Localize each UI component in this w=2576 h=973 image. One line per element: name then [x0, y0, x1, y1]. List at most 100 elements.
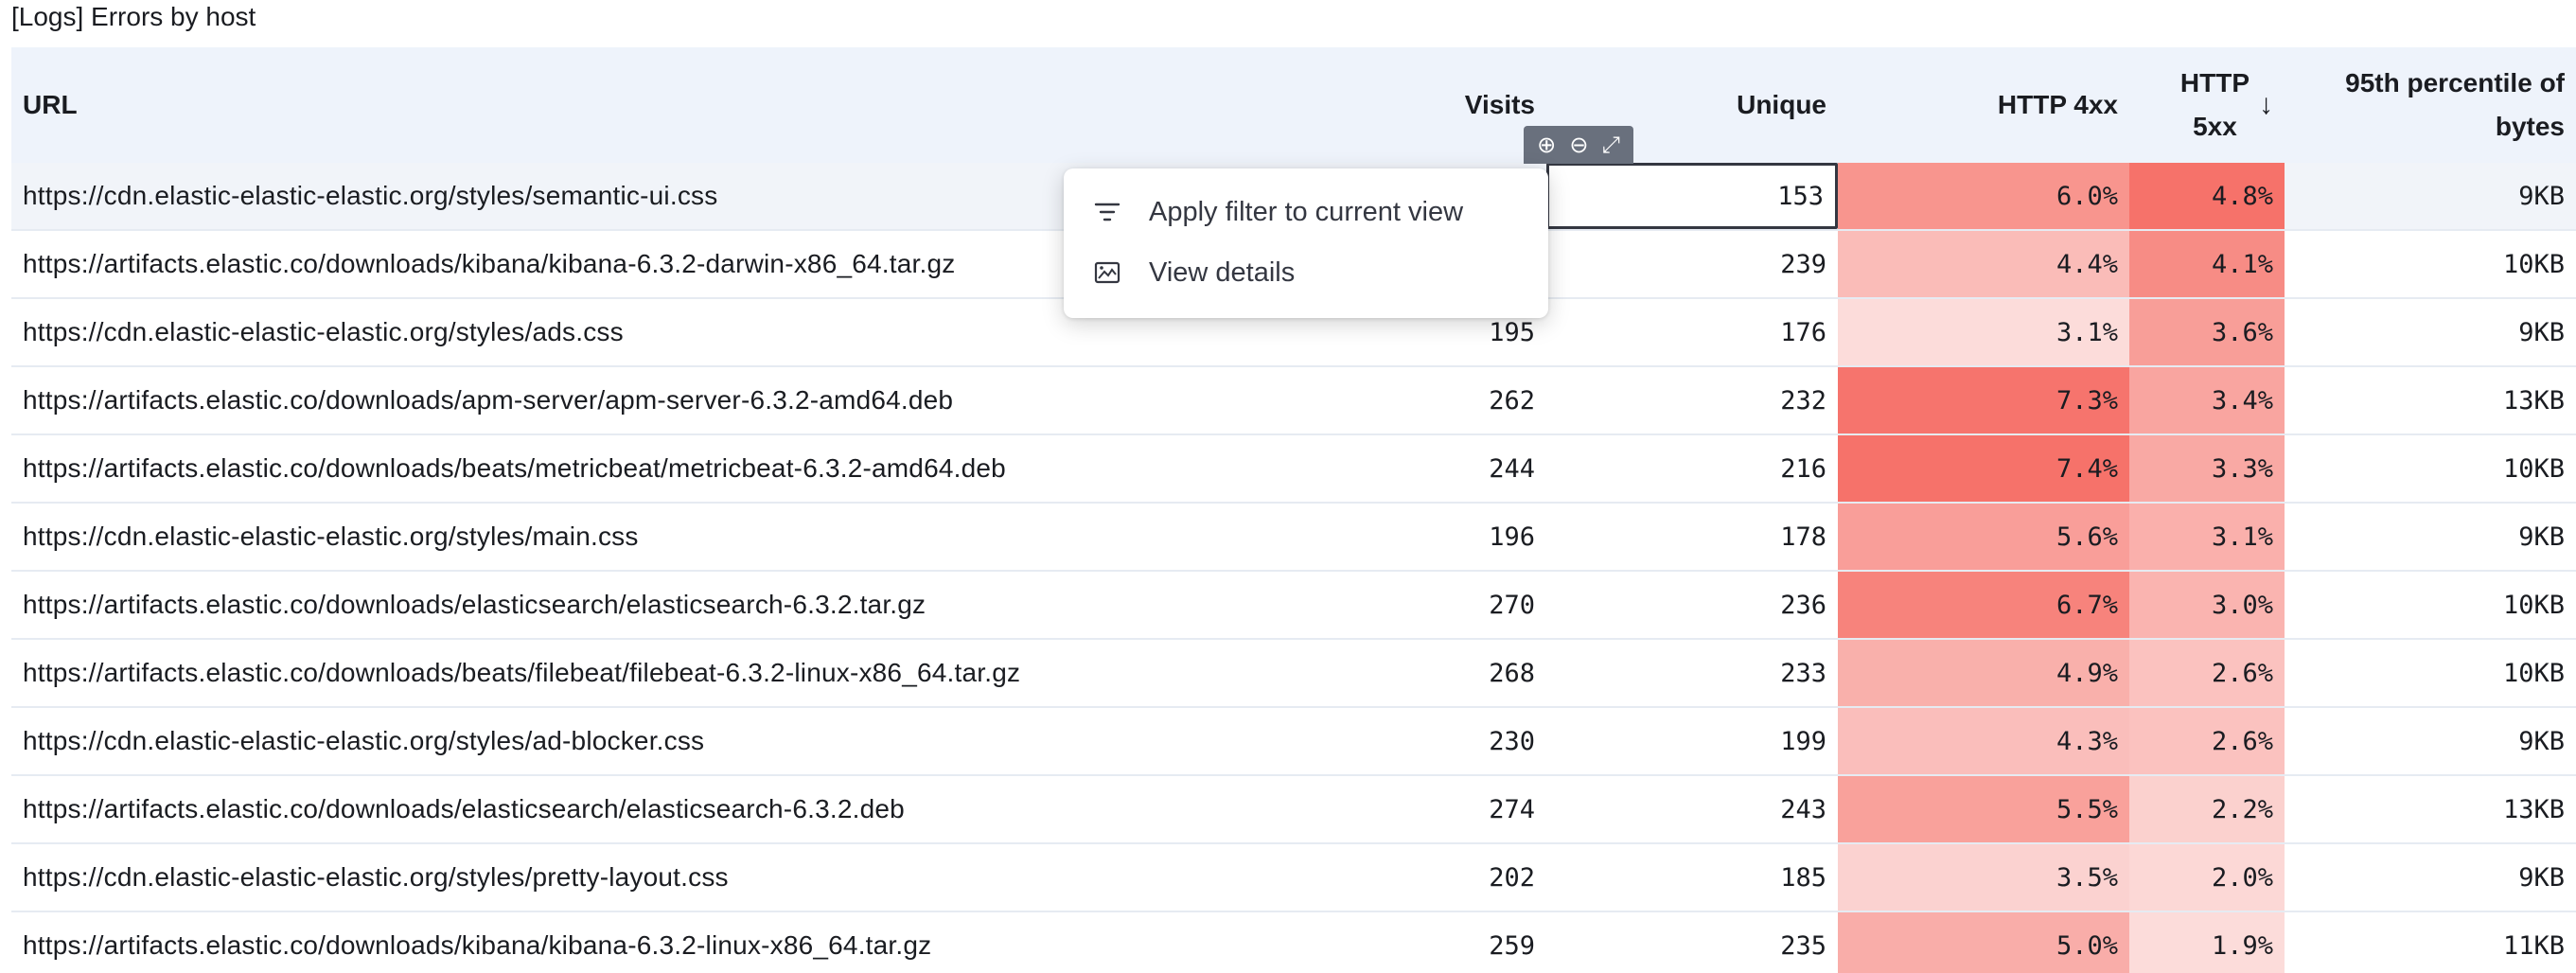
cell-bytes[interactable]: 9KB	[2285, 504, 2576, 570]
plus-circle-icon[interactable]: ⊕	[1537, 126, 1556, 164]
cell-http5xx[interactable]: 3.1%	[2129, 504, 2285, 570]
cell-http5xx[interactable]: 2.6%	[2129, 708, 2285, 774]
cell-visits[interactable]: 268	[1336, 640, 1546, 706]
cell-url[interactable]: https://artifacts.elastic.co/downloads/e…	[11, 776, 1336, 842]
cell-unique[interactable]: 176	[1546, 299, 1838, 365]
cell-url[interactable]: https://cdn.elastic-elastic-elastic.org/…	[11, 708, 1336, 774]
cell-unique[interactable]: 235	[1546, 912, 1838, 973]
cell-bytes[interactable]: 9KB	[2285, 708, 2576, 774]
cell-bytes[interactable]: 10KB	[2285, 435, 2576, 502]
cell-unique[interactable]: 178	[1546, 504, 1838, 570]
cell-http5xx[interactable]: 3.6%	[2129, 299, 2285, 365]
cell-bytes[interactable]: 10KB	[2285, 231, 2576, 297]
table-row: https://cdn.elastic-elastic-elastic.org/…	[11, 504, 2576, 572]
cell-unique[interactable]: 236	[1546, 572, 1838, 638]
table-row: https://cdn.elastic-elastic-elastic.org/…	[11, 708, 2576, 776]
view-details-menu-item[interactable]: View details	[1064, 242, 1548, 303]
cell-unique[interactable]: 239	[1546, 231, 1838, 297]
cell-url[interactable]: https://artifacts.elastic.co/downloads/b…	[11, 640, 1336, 706]
cell-bytes[interactable]: 9KB	[2285, 844, 2576, 911]
cell-http4xx[interactable]: 4.4%	[1838, 231, 2129, 297]
cell-bytes[interactable]: 13KB	[2285, 367, 2576, 433]
cell-http5xx[interactable]: 4.8%	[2129, 163, 2285, 229]
cell-http5xx[interactable]: 1.9%	[2129, 912, 2285, 973]
cell-bytes[interactable]: 13KB	[2285, 776, 2576, 842]
filter-icon	[1094, 201, 1132, 223]
cell-bytes[interactable]: 11KB	[2285, 912, 2576, 973]
column-header-http5xx[interactable]: HTTP 5xx ↓	[2129, 47, 2285, 163]
cell-unique[interactable]: 216	[1546, 435, 1838, 502]
cell-http4xx[interactable]: 6.7%	[1838, 572, 2129, 638]
cell-bytes[interactable]: 10KB	[2285, 640, 2576, 706]
cell-http5xx[interactable]: 2.2%	[2129, 776, 2285, 842]
cell-http5xx[interactable]: 3.0%	[2129, 572, 2285, 638]
cell-visits[interactable]: 196	[1336, 504, 1546, 570]
column-header-url[interactable]: URL	[11, 47, 1336, 163]
column-header-label-line2: 5xx	[2193, 112, 2237, 141]
cell-url[interactable]: https://artifacts.elastic.co/downloads/a…	[11, 367, 1336, 433]
cell-visits[interactable]: 202	[1336, 844, 1546, 911]
table-row: https://cdn.elastic-elastic-elastic.org/…	[11, 844, 2576, 912]
apply-filter-menu-item[interactable]: Apply filter to current view	[1064, 182, 1548, 242]
cell-unique[interactable]: 185	[1546, 844, 1838, 911]
column-header-visits[interactable]: Visits	[1336, 47, 1546, 163]
cell-popover-menu: Apply filter to current view View detail…	[1064, 168, 1548, 318]
column-header-label: HTTP 4xx	[1997, 90, 2118, 119]
cell-bytes[interactable]: 9KB	[2285, 163, 2576, 229]
cell-bytes[interactable]: 9KB	[2285, 299, 2576, 365]
cell-visits[interactable]: 270	[1336, 572, 1546, 638]
cell-visits[interactable]: 262	[1336, 367, 1546, 433]
cell-visits[interactable]: 230	[1336, 708, 1546, 774]
cell-unique[interactable]: 233	[1546, 640, 1838, 706]
cell-url[interactable]: https://artifacts.elastic.co/downloads/k…	[11, 912, 1336, 973]
column-header-label: Unique	[1737, 90, 1826, 119]
cell-actions-bar: ⊕ ⊖ ⤢	[1524, 126, 1633, 164]
cell-http4xx[interactable]: 4.9%	[1838, 640, 2129, 706]
table-row: https://artifacts.elastic.co/downloads/e…	[11, 776, 2576, 844]
arrow-down-icon: ↓	[2259, 89, 2273, 120]
cell-http5xx[interactable]: 2.0%	[2129, 844, 2285, 911]
cell-http4xx[interactable]: 6.0%	[1838, 163, 2129, 229]
cell-http5xx[interactable]: 4.1%	[2129, 231, 2285, 297]
cell-http5xx[interactable]: 2.6%	[2129, 640, 2285, 706]
expand-icon[interactable]: ⤢	[1602, 126, 1620, 164]
cell-visits[interactable]: 274	[1336, 776, 1546, 842]
cell-unique[interactable]: 153	[1546, 163, 1838, 229]
cell-unique[interactable]: 199	[1546, 708, 1838, 774]
column-header-label: Visits	[1464, 90, 1535, 119]
cell-unique[interactable]: 232	[1546, 367, 1838, 433]
table-row: https://artifacts.elastic.co/downloads/k…	[11, 912, 2576, 973]
cell-http4xx[interactable]: 3.1%	[1838, 299, 2129, 365]
column-header-http4xx[interactable]: HTTP 4xx	[1838, 47, 2129, 163]
column-header-label: URL	[23, 90, 78, 119]
menu-item-label: Apply filter to current view	[1149, 196, 1464, 227]
table-row: https://artifacts.elastic.co/downloads/e…	[11, 572, 2576, 640]
cell-visits[interactable]: 244	[1336, 435, 1546, 502]
cell-http5xx[interactable]: 3.3%	[2129, 435, 2285, 502]
cell-visits[interactable]: 259	[1336, 912, 1546, 973]
column-header-label-line1: HTTP	[2179, 68, 2250, 97]
minus-circle-icon[interactable]: ⊖	[1569, 126, 1588, 164]
cell-bytes[interactable]: 10KB	[2285, 572, 2576, 638]
column-header-bytes[interactable]: 95th percentile of bytes	[2285, 47, 2576, 163]
cell-unique[interactable]: 243	[1546, 776, 1838, 842]
column-header-label-line2: bytes	[2495, 112, 2565, 141]
cell-http4xx[interactable]: 5.0%	[1838, 912, 2129, 973]
grid-header-row: URL Visits Unique HTTP 4xx HTTP 5xx ↓ 95…	[11, 47, 2576, 165]
table-row: https://artifacts.elastic.co/downloads/a…	[11, 367, 2576, 435]
table-row: https://artifacts.elastic.co/downloads/b…	[11, 640, 2576, 708]
cell-http5xx[interactable]: 3.4%	[2129, 367, 2285, 433]
menu-item-label: View details	[1149, 257, 1296, 288]
cell-url[interactable]: https://cdn.elastic-elastic-elastic.org/…	[11, 504, 1336, 570]
cell-http4xx[interactable]: 5.6%	[1838, 504, 2129, 570]
cell-http4xx[interactable]: 4.3%	[1838, 708, 2129, 774]
panel-title: [Logs] Errors by host	[11, 2, 256, 31]
cell-url[interactable]: https://artifacts.elastic.co/downloads/b…	[11, 435, 1336, 502]
cell-http4xx[interactable]: 7.4%	[1838, 435, 2129, 502]
cell-url[interactable]: https://artifacts.elastic.co/downloads/e…	[11, 572, 1336, 638]
cell-http4xx[interactable]: 7.3%	[1838, 367, 2129, 433]
cell-url[interactable]: https://cdn.elastic-elastic-elastic.org/…	[11, 844, 1336, 911]
cell-http4xx[interactable]: 3.5%	[1838, 844, 2129, 911]
inspect-icon	[1094, 260, 1132, 285]
cell-http4xx[interactable]: 5.5%	[1838, 776, 2129, 842]
